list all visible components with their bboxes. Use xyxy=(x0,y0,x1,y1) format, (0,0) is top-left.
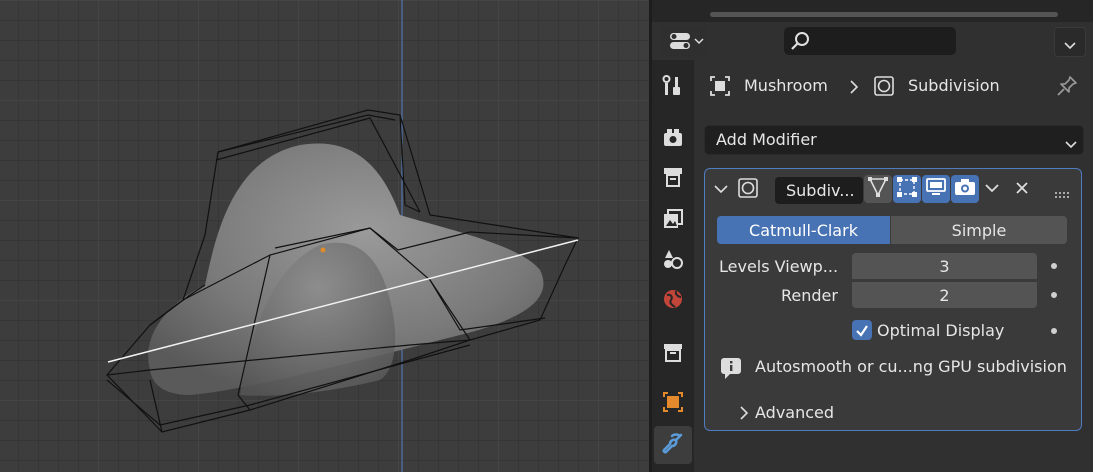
chevron-right-icon[interactable] xyxy=(739,405,749,424)
collection-icon xyxy=(662,341,684,367)
chevron-right-icon xyxy=(849,79,859,98)
optimal-display-checkbox[interactable] xyxy=(852,320,872,340)
cage-icon xyxy=(896,176,918,202)
chevron-down-icon xyxy=(1065,135,1077,154)
keyframe-dot[interactable] xyxy=(1051,328,1057,334)
render-levels-field[interactable]: 2 xyxy=(852,282,1037,308)
object-icon xyxy=(710,76,730,100)
edit-mode-icon xyxy=(867,176,889,202)
printer-icon xyxy=(662,166,684,192)
remove-modifier-button[interactable] xyxy=(1008,175,1036,203)
levels-viewport-label: Levels Viewp... xyxy=(719,257,839,276)
3d-viewport[interactable] xyxy=(0,0,649,472)
optimal-display-label: Optimal Display xyxy=(877,321,1005,340)
modifier-properties: Mushroom Subdivision Add Modifier Subdiv… xyxy=(694,60,1093,472)
catmull-clark-button[interactable]: Catmull-Clark xyxy=(717,216,890,244)
chevron-down-icon xyxy=(1064,36,1076,55)
tab-collection[interactable] xyxy=(654,335,692,373)
scene-icon xyxy=(662,248,684,274)
breadcrumb-modifier: Subdivision xyxy=(908,76,1000,95)
view-layer-icon xyxy=(662,208,684,234)
render-levels-label: Render xyxy=(781,286,838,305)
editor-type-icon xyxy=(669,32,691,54)
keyframe-dot[interactable] xyxy=(1051,263,1057,269)
viewport-toggle[interactable] xyxy=(922,175,950,203)
properties-editor: Mushroom Subdivision Add Modifier Subdiv… xyxy=(652,0,1093,472)
info-icon xyxy=(720,357,742,383)
properties-tabs xyxy=(652,60,694,472)
keyframe-dot[interactable] xyxy=(1051,292,1057,298)
subdivision-icon xyxy=(874,76,894,100)
drag-handle-icon[interactable] xyxy=(1055,183,1071,202)
cage-toggle[interactable] xyxy=(893,175,921,203)
wrench-icon xyxy=(661,431,685,459)
tab-output[interactable] xyxy=(654,160,692,198)
modifier-name-field[interactable]: Subdiv... xyxy=(775,177,863,204)
modifier-name: Subdiv... xyxy=(786,181,855,200)
tab-tool[interactable] xyxy=(654,68,692,106)
editor-type-button[interactable] xyxy=(660,26,708,56)
chevron-down-icon xyxy=(984,180,1000,199)
header-strip xyxy=(652,0,1093,22)
add-modifier-dropdown[interactable]: Add Modifier xyxy=(704,125,1084,155)
options-dropdown-button[interactable] xyxy=(1054,27,1086,57)
advanced-subpanel-label[interactable]: Advanced xyxy=(755,403,834,422)
tab-scene[interactable] xyxy=(654,242,692,280)
tab-object[interactable] xyxy=(654,385,692,423)
subdivision-icon xyxy=(738,178,758,202)
tool-icon xyxy=(662,74,684,100)
edit-mode-toggle[interactable] xyxy=(864,175,892,203)
render-toggle[interactable] xyxy=(951,175,979,203)
subdivision-modifier-panel: Subdiv... Catmull-Clark Simple Levels Vi… xyxy=(704,168,1082,431)
breadcrumb-object: Mushroom xyxy=(744,76,828,95)
modifier-menu-button[interactable] xyxy=(978,175,1006,203)
search-input[interactable] xyxy=(784,27,956,55)
object-icon xyxy=(662,391,684,417)
levels-viewport-field[interactable]: 3 xyxy=(852,253,1037,279)
tab-render[interactable] xyxy=(654,120,692,158)
chevron-down-icon xyxy=(694,33,704,52)
monitor-icon xyxy=(925,176,947,202)
tab-modifiers[interactable] xyxy=(654,426,692,464)
mushroom-mesh xyxy=(106,0,579,472)
tab-view-layer[interactable] xyxy=(654,202,692,240)
add-modifier-label: Add Modifier xyxy=(716,130,817,149)
simple-button[interactable]: Simple xyxy=(891,216,1067,244)
breadcrumb: Mushroom Subdivision xyxy=(694,72,1093,100)
tab-world[interactable] xyxy=(654,282,692,320)
info-message: Autosmooth or cu...ng GPU subdivision xyxy=(755,357,1067,376)
collapse-chevron-icon[interactable] xyxy=(714,181,728,200)
pin-icon[interactable] xyxy=(1056,75,1078,101)
horizontal-scrollbar[interactable] xyxy=(710,12,1058,17)
camera-icon xyxy=(954,176,976,202)
checkmark-icon xyxy=(855,323,869,342)
close-icon xyxy=(1015,180,1029,199)
world-icon xyxy=(662,288,684,314)
render-icon xyxy=(662,126,684,152)
search-icon xyxy=(790,31,812,55)
